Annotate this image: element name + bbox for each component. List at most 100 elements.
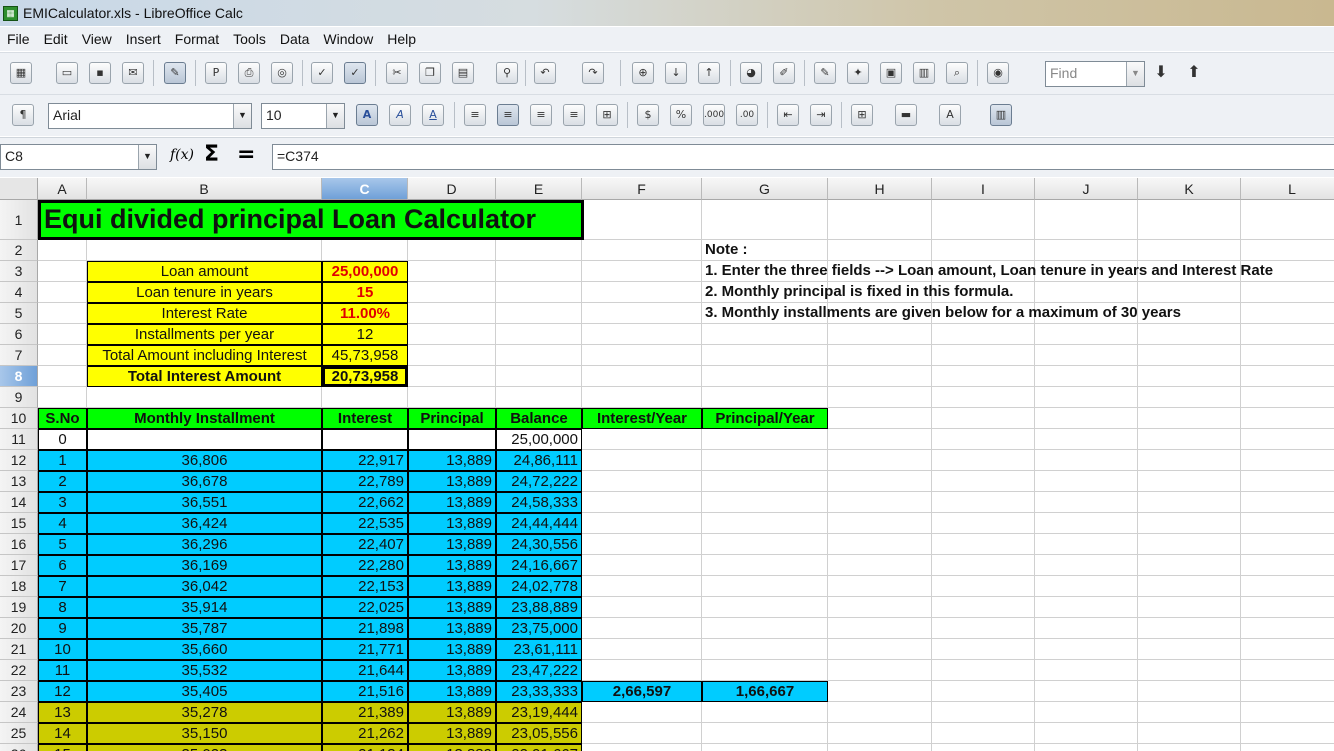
interest-cell[interactable]: 22,153 bbox=[322, 576, 408, 597]
row-header-21[interactable]: 21 bbox=[0, 639, 38, 660]
sno-cell[interactable]: 1 bbox=[38, 450, 87, 471]
find-input[interactable]: Find ▼ bbox=[1045, 61, 1145, 87]
redo-icon[interactable]: ↷ bbox=[582, 62, 604, 84]
balance-cell[interactable]: 22,91,667 bbox=[496, 744, 582, 751]
underline-icon[interactable]: A bbox=[422, 104, 444, 126]
balance-cell[interactable]: 25,00,000 bbox=[496, 429, 582, 450]
align-right-icon[interactable]: ≡ bbox=[530, 104, 552, 126]
borders-icon[interactable]: ⊞ bbox=[851, 104, 873, 126]
sum-icon[interactable]: Σ bbox=[204, 142, 219, 167]
column-header-i[interactable]: I bbox=[932, 178, 1035, 200]
equals-function-icon[interactable]: = bbox=[237, 142, 255, 167]
table-header-cell[interactable]: Interest bbox=[322, 408, 408, 429]
principal-cell[interactable]: 13,889 bbox=[408, 618, 496, 639]
principal-per-year-cell[interactable]: 1,66,667 bbox=[702, 681, 828, 702]
background-color-icon[interactable]: ▬ bbox=[895, 104, 917, 126]
input-label-cell[interactable]: Interest Rate bbox=[87, 303, 322, 324]
principal-cell[interactable]: 13,889 bbox=[408, 639, 496, 660]
zoom-icon[interactable]: ⌕ bbox=[946, 62, 968, 84]
edit-file-icon[interactable]: ✎ bbox=[164, 62, 186, 84]
principal-cell[interactable]: 13,889 bbox=[408, 555, 496, 576]
data-sources-icon[interactable]: ▣ bbox=[880, 62, 902, 84]
menu-help[interactable]: Help bbox=[380, 31, 423, 47]
principal-cell[interactable]: 13,889 bbox=[408, 597, 496, 618]
merge-cells-icon[interactable]: ⊞ bbox=[596, 104, 618, 126]
column-header-c[interactable]: C bbox=[322, 178, 408, 200]
row-header-5[interactable]: 5 bbox=[0, 303, 38, 324]
installment-cell[interactable]: 35,150 bbox=[87, 723, 322, 744]
standard-format-icon[interactable]: .000 bbox=[703, 104, 725, 126]
menu-view[interactable]: View bbox=[75, 31, 119, 47]
styles-icon[interactable]: ▥ bbox=[913, 62, 935, 84]
font-name-chevron-down-icon[interactable]: ▼ bbox=[233, 104, 251, 128]
copy-icon[interactable]: ❐ bbox=[419, 62, 441, 84]
input-value-cell[interactable]: 12 bbox=[322, 324, 408, 345]
row-header-20[interactable]: 20 bbox=[0, 618, 38, 639]
balance-cell[interactable]: 23,88,889 bbox=[496, 597, 582, 618]
export-pdf-icon[interactable]: P bbox=[205, 62, 227, 84]
sno-cell[interactable]: 2 bbox=[38, 471, 87, 492]
save-icon[interactable]: ▪ bbox=[89, 62, 111, 84]
balance-cell[interactable]: 24,30,556 bbox=[496, 534, 582, 555]
principal-cell[interactable]: 13,889 bbox=[408, 450, 496, 471]
installment-cell[interactable]: 36,424 bbox=[87, 513, 322, 534]
print-icon[interactable]: ⎙ bbox=[238, 62, 260, 84]
input-label-cell[interactable]: Total Amount including Interest bbox=[87, 345, 322, 366]
balance-cell[interactable]: 23,61,111 bbox=[496, 639, 582, 660]
installment-cell[interactable]: 36,806 bbox=[87, 450, 322, 471]
interest-cell[interactable]: 22,917 bbox=[322, 450, 408, 471]
sno-cell[interactable]: 9 bbox=[38, 618, 87, 639]
column-header-e[interactable]: E bbox=[496, 178, 582, 200]
font-size-chevron-down-icon[interactable]: ▼ bbox=[326, 104, 344, 128]
align-center-icon[interactable]: ≡ bbox=[497, 104, 519, 126]
sno-cell[interactable]: 13 bbox=[38, 702, 87, 723]
undo-icon[interactable]: ↶ bbox=[534, 62, 556, 84]
new-document-icon[interactable]: ▦ bbox=[10, 62, 32, 84]
installment-cell[interactable]: 36,169 bbox=[87, 555, 322, 576]
interest-cell[interactable]: 22,662 bbox=[322, 492, 408, 513]
interest-per-year-cell[interactable]: 2,66,597 bbox=[582, 681, 702, 702]
sort-ascending-icon[interactable]: ↓ bbox=[665, 62, 687, 84]
email-icon[interactable]: ✉ bbox=[122, 62, 144, 84]
row-header-14[interactable]: 14 bbox=[0, 492, 38, 513]
balance-cell[interactable]: 24,02,778 bbox=[496, 576, 582, 597]
note-text-cell[interactable]: Note : bbox=[702, 240, 1334, 261]
menu-data[interactable]: Data bbox=[273, 31, 317, 47]
row-header-25[interactable]: 25 bbox=[0, 723, 38, 744]
row-header-19[interactable]: 19 bbox=[0, 597, 38, 618]
input-value-cell[interactable]: 15 bbox=[322, 282, 408, 303]
balance-cell[interactable]: 23,33,333 bbox=[496, 681, 582, 702]
sno-cell[interactable]: 14 bbox=[38, 723, 87, 744]
column-header-g[interactable]: G bbox=[702, 178, 828, 200]
note-text-cell[interactable]: 3. Monthly installments are given below … bbox=[702, 303, 1334, 324]
row-header-22[interactable]: 22 bbox=[0, 660, 38, 681]
table-header-cell[interactable]: Principal/Year bbox=[702, 408, 828, 429]
sno-cell[interactable]: 7 bbox=[38, 576, 87, 597]
installment-cell[interactable]: 35,660 bbox=[87, 639, 322, 660]
principal-cell[interactable]: 13,889 bbox=[408, 471, 496, 492]
balance-cell[interactable]: 23,47,222 bbox=[496, 660, 582, 681]
bold-icon[interactable]: A bbox=[356, 104, 378, 126]
menu-tools[interactable]: Tools bbox=[226, 31, 273, 47]
font-color-icon[interactable]: A bbox=[939, 104, 961, 126]
row-header-7[interactable]: 7 bbox=[0, 345, 38, 366]
principal-cell[interactable]: 13,889 bbox=[408, 744, 496, 751]
column-header-d[interactable]: D bbox=[408, 178, 496, 200]
column-header-f[interactable]: F bbox=[582, 178, 702, 200]
align-left-icon[interactable]: ≡ bbox=[464, 104, 486, 126]
input-label-cell[interactable]: Loan tenure in years bbox=[87, 282, 322, 303]
row-header-12[interactable]: 12 bbox=[0, 450, 38, 471]
balance-cell[interactable]: 24,44,444 bbox=[496, 513, 582, 534]
principal-cell[interactable]: 13,889 bbox=[408, 492, 496, 513]
sno-cell[interactable]: 0 bbox=[38, 429, 87, 450]
menu-window[interactable]: Window bbox=[316, 31, 380, 47]
sno-cell[interactable]: 12 bbox=[38, 681, 87, 702]
row-header-8[interactable]: 8 bbox=[0, 366, 38, 387]
gallery-icon[interactable]: ✦ bbox=[847, 62, 869, 84]
balance-cell[interactable]: 23,19,444 bbox=[496, 702, 582, 723]
row-header-6[interactable]: 6 bbox=[0, 324, 38, 345]
row-header-23[interactable]: 23 bbox=[0, 681, 38, 702]
principal-cell[interactable]: 13,889 bbox=[408, 723, 496, 744]
interest-cell[interactable]: 21,644 bbox=[322, 660, 408, 681]
balance-cell[interactable]: 24,16,667 bbox=[496, 555, 582, 576]
